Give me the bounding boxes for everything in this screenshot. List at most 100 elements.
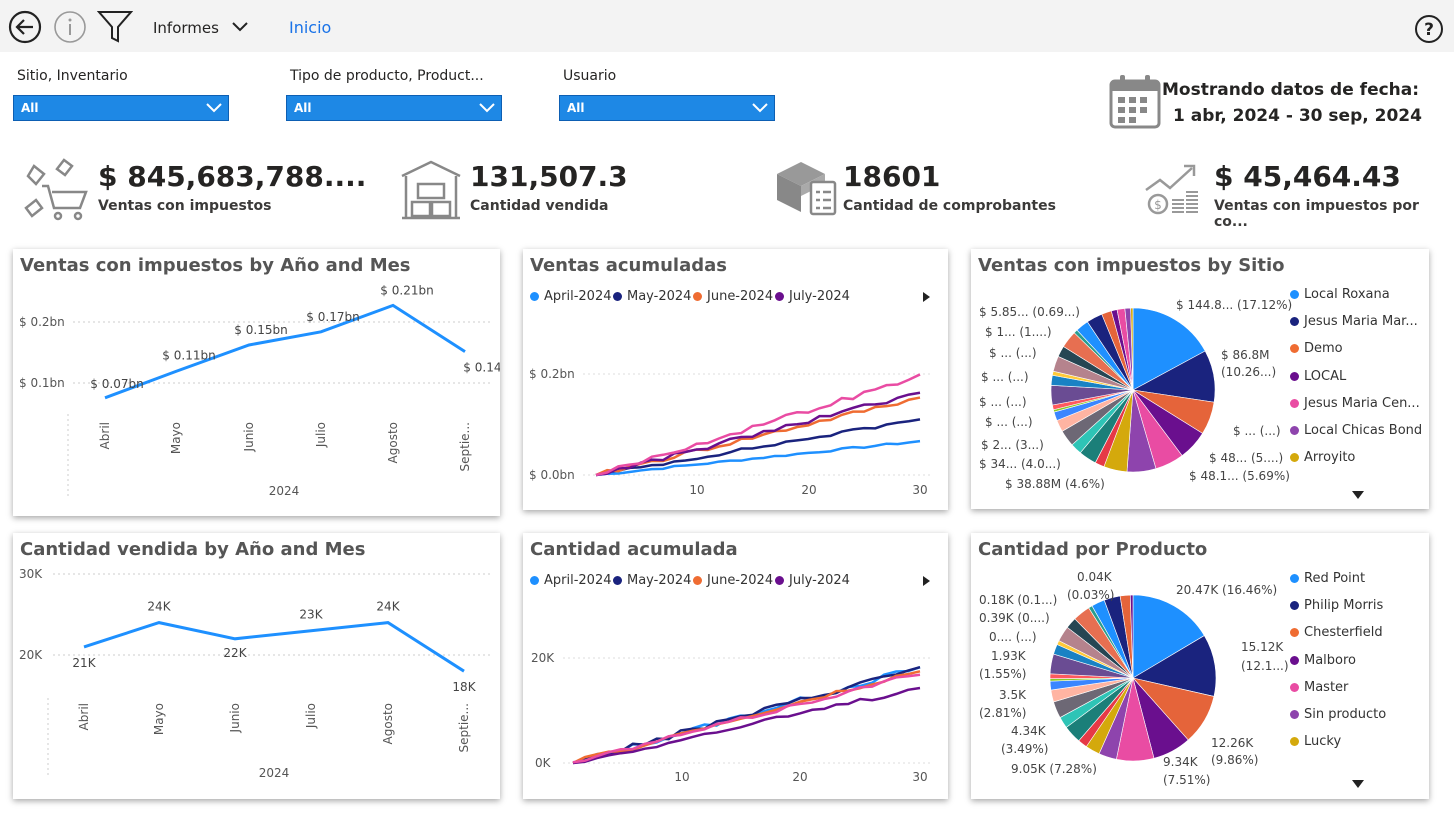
- pie-label: $ 48.1... (5.69%): [1189, 469, 1290, 483]
- x-tick: Agosto: [381, 703, 395, 744]
- kpi-sales-label: Ventas con impuestos: [98, 198, 272, 214]
- data-label: $ 0.07bn: [90, 377, 143, 391]
- x-tick: 10: [689, 483, 704, 497]
- slicer-label-site: Sitio, Inventario: [17, 68, 128, 84]
- x-tick: Mayo: [169, 422, 183, 454]
- tab-inicio[interactable]: Inicio: [289, 18, 331, 37]
- card-cumulative-sales: Ventas acumuladas April-2024 May-2024 Ju…: [523, 249, 948, 510]
- legend-label: Chesterfield: [1304, 625, 1383, 640]
- pie-label: $ 48... (5....): [1209, 451, 1283, 465]
- calendar-icon: [1109, 73, 1161, 133]
- pie-label: (7.51%): [1163, 773, 1210, 787]
- pie-label: $ ... (...): [985, 415, 1033, 429]
- legend-label: Sin producto: [1304, 707, 1387, 722]
- kpi-sales-value: $ 845,683,788....: [98, 160, 367, 193]
- chevron-down-icon: [752, 103, 768, 113]
- legend-label: Lucky: [1304, 734, 1342, 749]
- legend-label: Philip Morris: [1304, 598, 1384, 613]
- help-icon[interactable]: ?: [1414, 14, 1444, 48]
- y-tick: 20K: [531, 651, 555, 665]
- legend-dot: [1290, 453, 1299, 462]
- legend-item[interactable]: LOCAL: [1290, 369, 1346, 384]
- x-tick: 30: [912, 770, 927, 784]
- data-label: $ 0.17bn: [306, 310, 359, 324]
- legend-dot: [1290, 317, 1299, 326]
- legend-item[interactable]: Master: [1290, 680, 1348, 695]
- x-tick: 10: [674, 770, 689, 784]
- pie-label: $ ... (...): [1233, 424, 1281, 438]
- y-tick: $ 0.1bn: [19, 376, 65, 390]
- pie-label: 0.04K: [1077, 570, 1113, 584]
- pie-label: (10.26...): [1221, 365, 1276, 379]
- series-line: [595, 391, 921, 477]
- pie-label: $ ... (...): [979, 395, 1027, 409]
- data-label: 23K: [299, 608, 323, 622]
- legend-label: Malboro: [1304, 653, 1357, 668]
- legend-item[interactable]: Lucky: [1290, 734, 1341, 749]
- warehouse-boxes-icon: [398, 158, 464, 224]
- y-tick: $ 0.2bn: [19, 315, 65, 329]
- legend-label: Red Point: [1304, 571, 1366, 586]
- legend-item[interactable]: Local Chicas Bond: [1290, 423, 1422, 438]
- legend-dot: [1290, 601, 1299, 610]
- legend-item[interactable]: Arroyito: [1290, 450, 1355, 465]
- legend-item[interactable]: Philip Morris: [1290, 598, 1383, 613]
- pie-label: $ 2... (3...): [981, 438, 1044, 452]
- x-tick: Julio: [304, 703, 318, 729]
- year-label: 2024: [259, 766, 290, 780]
- sales-month-chart: $ 0.2bn $ 0.1bn $ 0.07bn $ 0.11bn $ 0.15bn…: [19, 283, 500, 499]
- user-dropdown[interactable]: All: [559, 95, 775, 121]
- data-label: 24K: [376, 600, 400, 614]
- legend-item[interactable]: Local Roxana: [1290, 287, 1390, 302]
- pie-label: (3.49%): [1001, 742, 1048, 756]
- year-label: 2024: [269, 484, 300, 498]
- chevron-down-icon: [479, 103, 495, 113]
- series-line: [83, 621, 465, 673]
- card-qty-by-month: Cantidad vendida by Año and Mes 30K 20K …: [13, 533, 500, 799]
- chevron-down-icon: [206, 103, 222, 113]
- legend-item[interactable]: Red Point: [1290, 571, 1365, 586]
- legend-dot: [1290, 344, 1299, 353]
- series-line: [572, 686, 921, 765]
- data-label: $ 0.11bn: [162, 348, 215, 362]
- reports-menu[interactable]: Informes: [153, 19, 248, 37]
- slicer-label-user: Usuario: [563, 68, 617, 84]
- legend-label: Local Roxana: [1304, 287, 1390, 302]
- y-tick: 30K: [19, 567, 43, 581]
- site-dropdown-value: All: [21, 101, 39, 115]
- money-growth-icon: $: [1142, 160, 1202, 220]
- x-tick: Junio: [228, 703, 242, 733]
- card-cumulative-qty: Cantidad acumulada April-2024 May-2024 J…: [523, 533, 948, 799]
- legend-item[interactable]: Chesterfield: [1290, 625, 1383, 640]
- top-toolbar: Informes Inicio ?: [0, 0, 1454, 52]
- x-tick: Abril: [77, 703, 91, 730]
- legend-scroll-down-icon[interactable]: [1351, 490, 1365, 500]
- legend-item[interactable]: Jesus Maria Mar...: [1290, 314, 1418, 329]
- legend-dot: [1290, 290, 1299, 299]
- site-dropdown[interactable]: All: [13, 95, 229, 121]
- pie-label: $ 1... (1....): [985, 325, 1052, 339]
- data-label: 18K: [452, 680, 476, 694]
- kpi-receipts-label: Cantidad de comprobantes: [843, 198, 1056, 214]
- pie-label: 0.39K (0....): [979, 611, 1050, 625]
- legend-item[interactable]: Jesus Maria Cen...: [1290, 396, 1420, 411]
- legend-item[interactable]: Malboro: [1290, 653, 1356, 668]
- legend-dot: [1290, 737, 1299, 746]
- x-tick: Septie...: [457, 703, 471, 752]
- legend-dot: [1290, 574, 1299, 583]
- x-tick: Junio: [242, 422, 256, 452]
- pie-label: 1.93K: [991, 649, 1027, 663]
- pie-label: (1.55%): [979, 667, 1026, 681]
- info-icon[interactable]: [53, 10, 87, 48]
- legend-scroll-down-icon[interactable]: [1351, 779, 1365, 789]
- back-arrow-icon[interactable]: [8, 10, 42, 48]
- pie-label: $ 5.85... (0.69...): [979, 305, 1080, 319]
- series-line: [104, 303, 466, 400]
- shopping-cart-tags-icon: [22, 156, 90, 228]
- filter-icon[interactable]: [96, 9, 134, 49]
- legend-item[interactable]: Demo: [1290, 341, 1343, 356]
- pie-label: (9.86%): [1211, 753, 1258, 767]
- product-type-dropdown[interactable]: All: [286, 95, 502, 121]
- legend-dot: [1290, 372, 1299, 381]
- legend-item[interactable]: Sin producto: [1290, 707, 1386, 722]
